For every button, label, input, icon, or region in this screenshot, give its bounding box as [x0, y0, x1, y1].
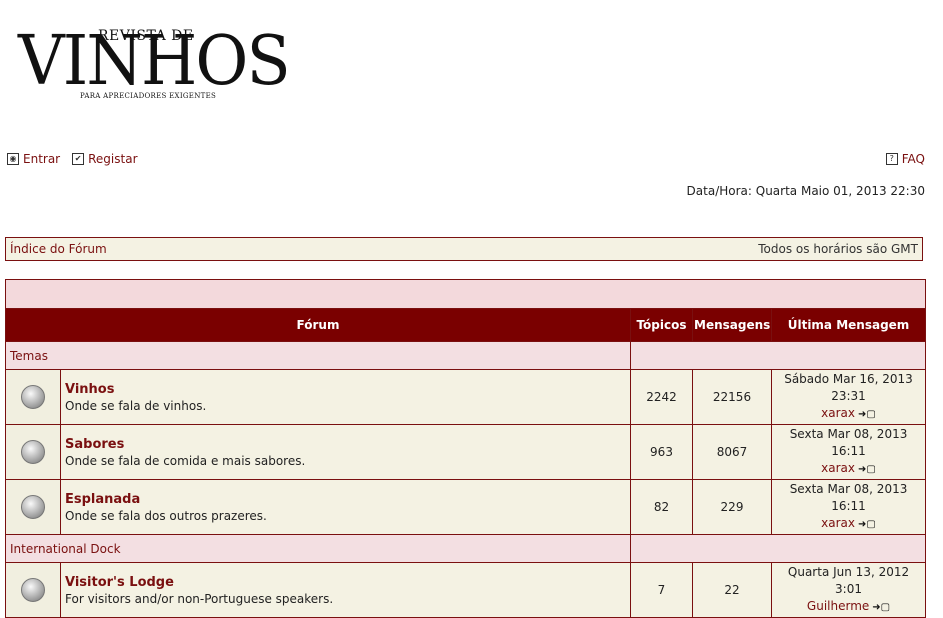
table-top-bar [4, 279, 927, 309]
topic-count: 963 [630, 424, 693, 480]
forum-locked-icon [21, 578, 45, 602]
table-header: Fórum Tópicos Mensagens Última Mensagem [5, 308, 927, 342]
forum-row: Vinhos Onde se fala de vinhos. 2242 2215… [5, 369, 927, 425]
forum-title-link[interactable]: Vinhos [65, 382, 626, 397]
forum-title-link[interactable]: Visitor's Lodge [65, 575, 626, 590]
user-links: ◉ Entrar ✔ Registar [7, 152, 138, 166]
faq-link[interactable]: ? FAQ [885, 152, 925, 166]
forum-locked-icon [21, 495, 45, 519]
post-count: 22 [692, 562, 772, 618]
current-datetime: Data/Hora: Quarta Maio 01, 2013 22:30 [686, 184, 925, 198]
category-row: International Dock [5, 534, 927, 563]
post-count: 22156 [692, 369, 772, 425]
last-post-user-link[interactable]: xarax [821, 516, 855, 530]
register-link[interactable]: ✔ Registar [72, 152, 138, 166]
goto-last-post-icon[interactable]: ➜▢ [872, 599, 890, 616]
forum-index-link[interactable]: Índice do Fórum [10, 242, 107, 256]
login-label[interactable]: Entrar [23, 152, 60, 166]
last-post: Sexta Mar 08, 2013 16:11 xarax ➜▢ [770, 424, 927, 480]
post-count: 229 [692, 479, 772, 535]
header-topics: Tópicos [630, 308, 693, 342]
post-count: 8067 [692, 424, 772, 480]
faq-label[interactable]: FAQ [902, 152, 925, 166]
last-post: Sábado Mar 16, 2013 23:31 xarax ➜▢ [770, 369, 927, 425]
forum-title-link[interactable]: Esplanada [65, 492, 626, 507]
topic-count: 7 [630, 562, 693, 618]
goto-last-post-icon[interactable]: ➜▢ [858, 461, 876, 478]
header-forum: Fórum [5, 308, 631, 342]
breadcrumb-bar: Índice do Fórum Todos os horários são GM… [5, 237, 923, 261]
forum-row: Visitor's Lodge For visitors and/or non-… [5, 562, 927, 618]
logo-tagline: PARA APRECIADORES EXIGENTES [80, 92, 217, 100]
logo-main-text: VINHOS [18, 22, 291, 101]
forum-row: Esplanada Onde se fala dos outros prazer… [5, 479, 927, 535]
last-post-date: Sexta Mar 08, 2013 16:11 [789, 427, 908, 458]
last-post-user-link[interactable]: xarax [821, 406, 855, 420]
register-icon: ✔ [72, 153, 85, 165]
topic-count: 82 [630, 479, 693, 535]
faq-icon: ? [885, 153, 898, 165]
last-post: Sexta Mar 08, 2013 16:11 xarax ➜▢ [770, 479, 927, 535]
last-post-date: Sexta Mar 08, 2013 16:11 [789, 482, 908, 513]
last-post-date: Sábado Mar 16, 2013 23:31 [784, 372, 913, 403]
goto-last-post-icon[interactable]: ➜▢ [858, 516, 876, 533]
login-icon: ◉ [7, 153, 19, 165]
forum-description: For visitors and/or non-Portuguese speak… [65, 591, 334, 606]
header-posts: Mensagens [692, 308, 772, 342]
goto-last-post-icon[interactable]: ➜▢ [858, 406, 876, 423]
header-last-post: Última Mensagem [770, 308, 927, 342]
forum-row: Sabores Onde se fala de comida e mais sa… [5, 424, 927, 480]
category-title[interactable]: International Dock [5, 534, 631, 563]
register-label[interactable]: Registar [88, 152, 137, 166]
forum-locked-icon [21, 440, 45, 464]
category-title[interactable]: Temas [5, 341, 631, 370]
last-post-date: Quarta Jun 13, 2012 3:01 [787, 565, 910, 596]
last-post: Quarta Jun 13, 2012 3:01 Guilherme ➜▢ [770, 562, 927, 618]
forum-list-table: Fórum Tópicos Mensagens Última Mensagem … [4, 279, 927, 618]
forum-description: Onde se fala de comida e mais sabores. [65, 453, 306, 468]
forum-title-link[interactable]: Sabores [65, 437, 626, 452]
forum-description: Onde se fala de vinhos. [65, 398, 207, 413]
last-post-user-link[interactable]: xarax [821, 461, 855, 475]
topic-count: 2242 [630, 369, 693, 425]
last-post-user-link[interactable]: Guilherme [807, 599, 869, 613]
site-logo[interactable]: REVISTA DE VINHOS PARA APRECIADORES EXIG… [18, 26, 291, 104]
login-link[interactable]: ◉ Entrar [7, 152, 60, 166]
timezone-note: Todos os horários são GMT [758, 242, 918, 256]
forum-locked-icon [21, 385, 45, 409]
forum-description: Onde se fala dos outros prazeres. [65, 508, 267, 523]
category-row: Temas [5, 341, 927, 370]
